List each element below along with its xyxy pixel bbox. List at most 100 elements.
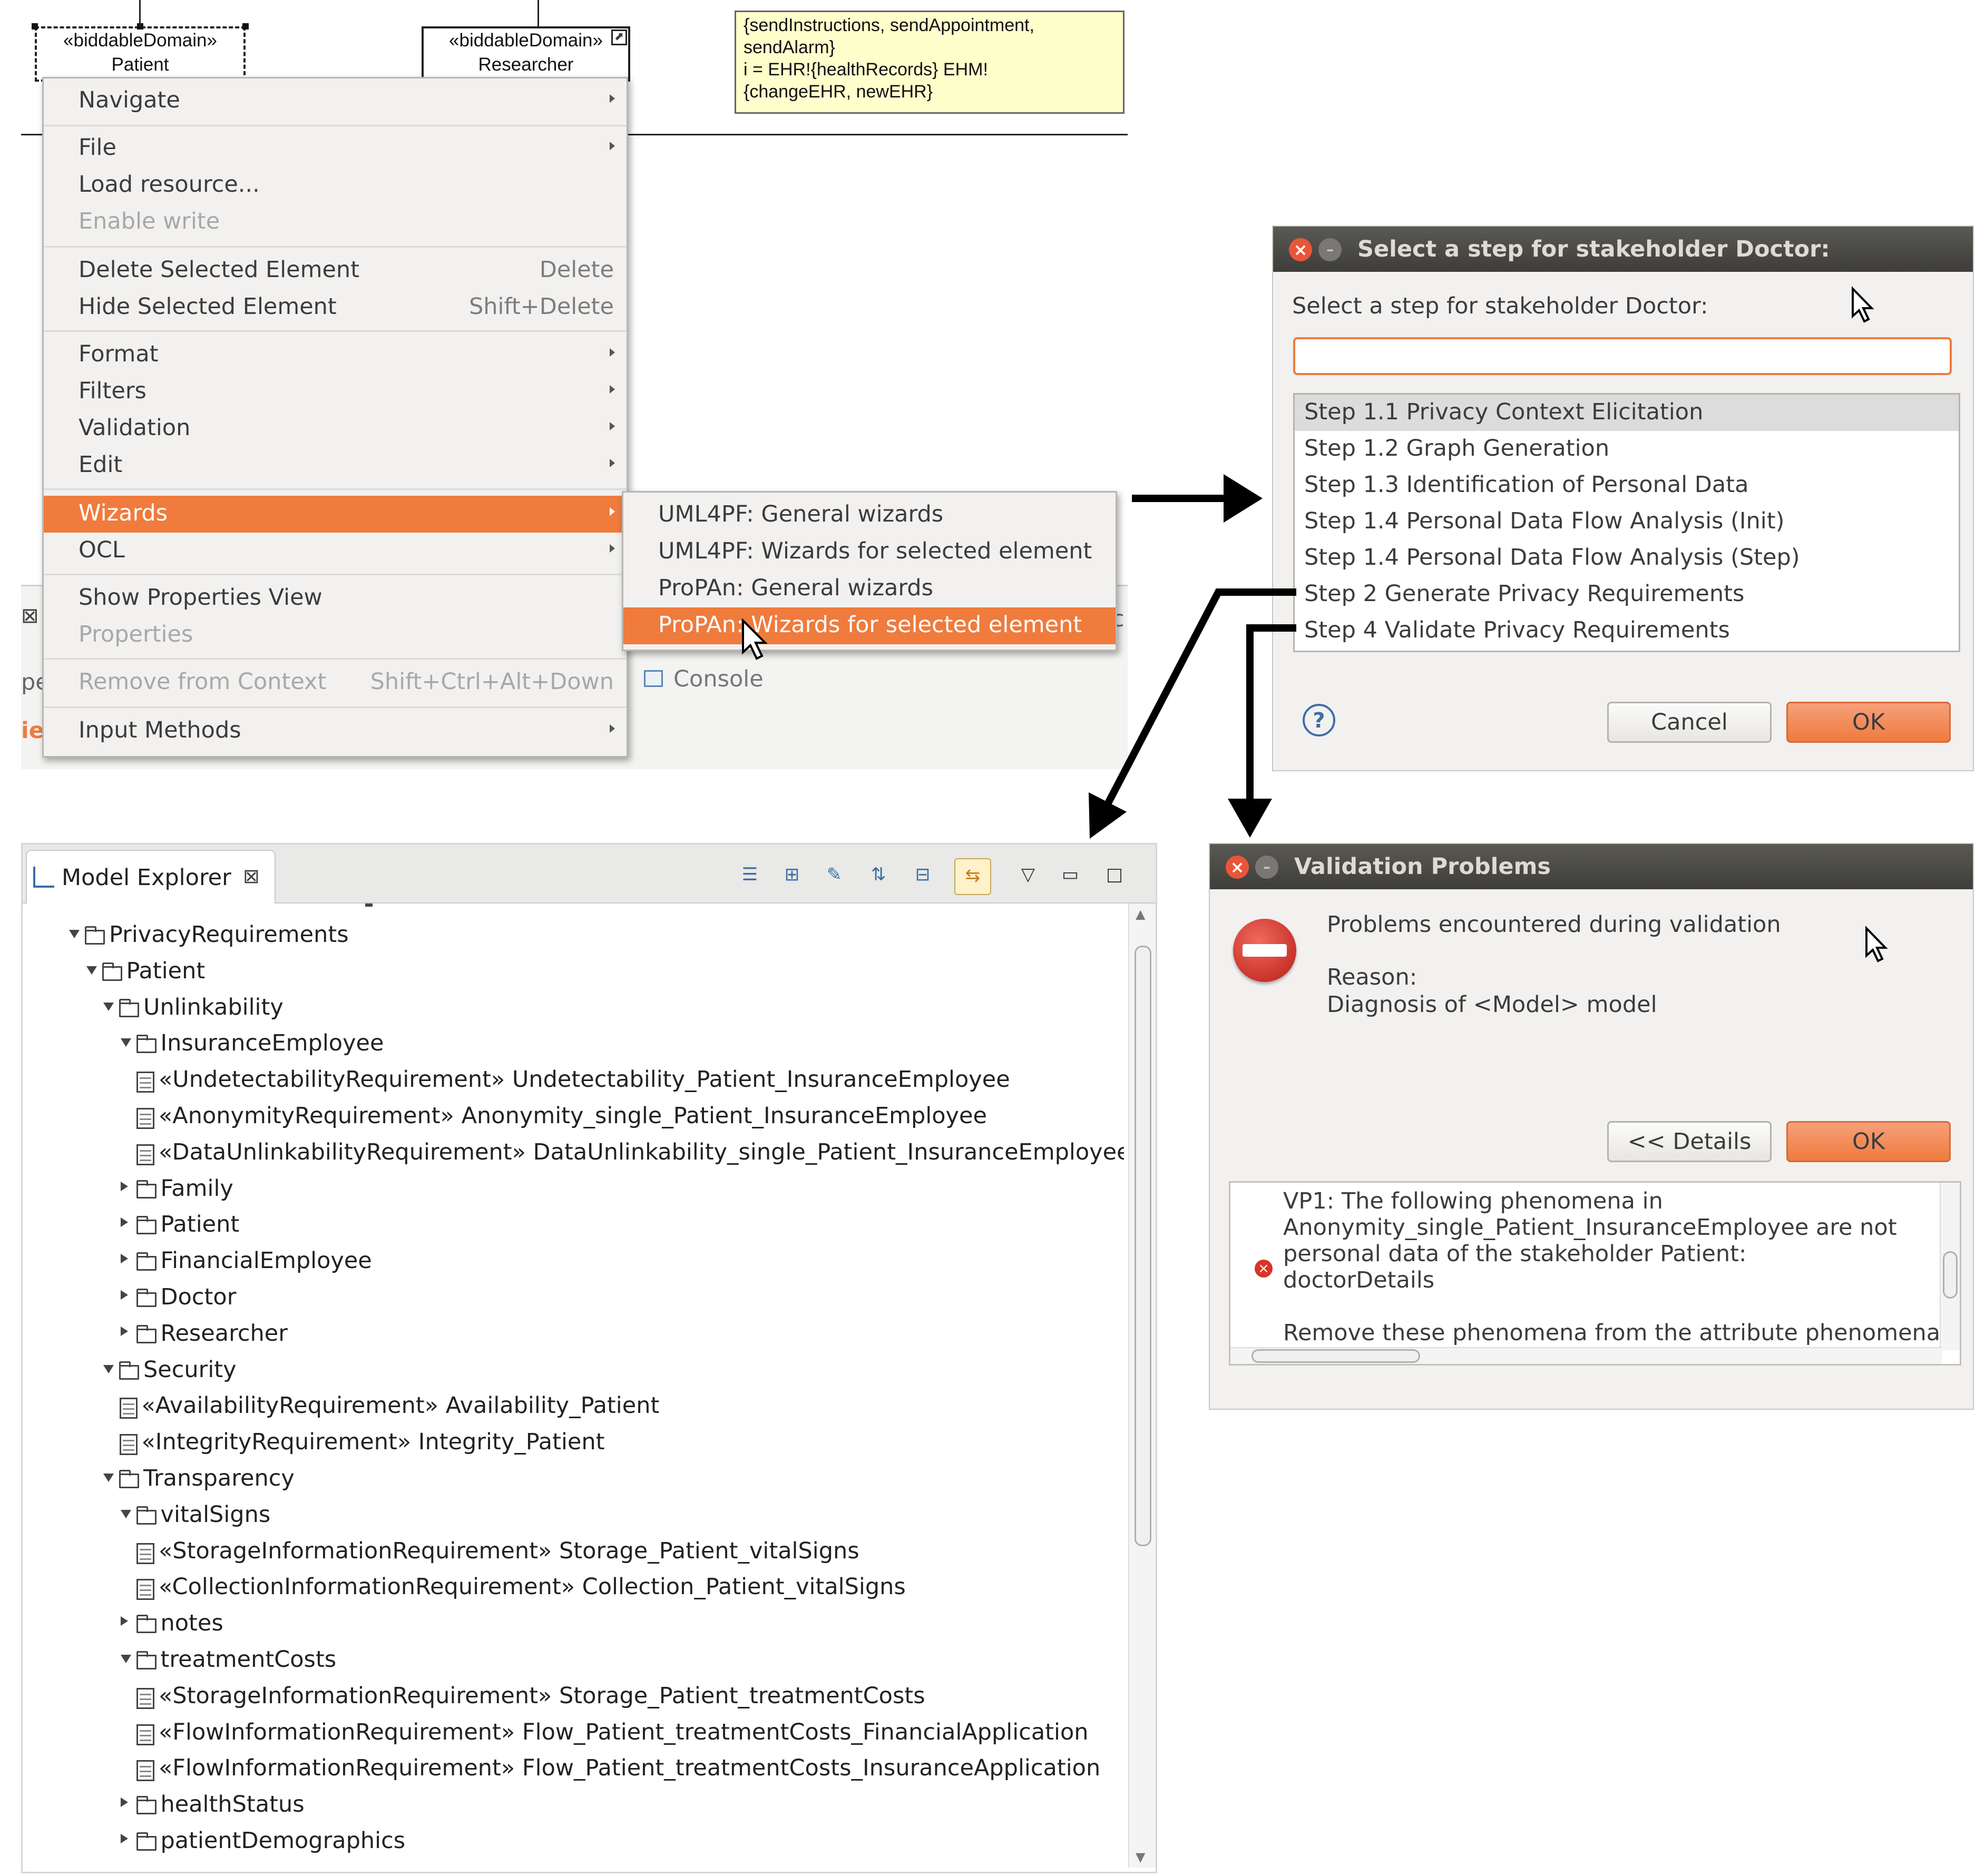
tree-item-folder[interactable]: Family [23, 1172, 1124, 1208]
ok-button[interactable]: OK [1786, 1121, 1951, 1162]
tree-view-icon[interactable]: ⊞ [781, 865, 803, 885]
researcher-class[interactable]: «biddableDomain» Researcher [422, 26, 630, 82]
constraint-note[interactable]: {sendInstructions, sendAppointment, send… [735, 11, 1124, 114]
expanded-toggle-icon[interactable] [69, 930, 80, 938]
close-view-icon[interactable]: ⊠ [21, 604, 39, 628]
dialog-titlebar[interactable]: × – Select a step for stakeholder Doctor… [1273, 227, 1973, 272]
expanded-toggle-icon[interactable] [103, 1364, 114, 1373]
tree-item-requirement[interactable]: «DataUnlinkabilityRequirement» DataUnlin… [23, 1136, 1124, 1172]
model-tree[interactable]: PrivacyRequirements Patient Unlinkability I… [23, 903, 1124, 1868]
scroll-up-icon[interactable]: ▲ [1136, 907, 1145, 921]
step-list-item[interactable]: Step 1.4 Personal Data Flow Analysis (In… [1295, 504, 1959, 540]
tree-item-requirement[interactable]: «CollectionInformationRequirement» Colle… [23, 1570, 1124, 1606]
collapsed-toggle-icon[interactable] [120, 1834, 128, 1843]
collapsed-toggle-icon[interactable] [120, 1290, 128, 1300]
menu-item-navigate[interactable]: Navigate [44, 83, 627, 120]
tree-item-requirement[interactable]: «AvailabilityRequirement» Availability_P… [23, 1389, 1124, 1425]
step-selection-dialog[interactable]: × – Select a step for stakeholder Doctor… [1272, 225, 1974, 771]
step-list-item[interactable]: Step 1.1 Privacy Context Elicitation [1295, 395, 1959, 431]
model-explorer-view[interactable]: Model Explorer ⊠ ☰ ⊞ ✎ ⇅ ⊟ ⇆ ▽ ▭ □ Priva… [21, 843, 1157, 1873]
expanded-toggle-icon[interactable] [103, 1002, 114, 1011]
tree-item-folder[interactable]: patientDemographics [23, 1824, 1124, 1860]
close-tab-icon[interactable]: ⊠ [243, 865, 260, 888]
tree-item-requirement[interactable]: «IntegrityRequirement» Integrity_Patient [23, 1426, 1124, 1461]
menu-item-ocl[interactable]: OCL [44, 533, 627, 569]
step-list-item[interactable]: Step 1.3 Identification of Personal Data [1295, 467, 1959, 504]
context-menu[interactable]: Navigate File Load resource... Enable wr… [42, 77, 628, 758]
tree-item-folder[interactable]: Researcher [23, 1317, 1124, 1353]
customize-icon[interactable]: ✎ [824, 865, 845, 885]
step-list-item[interactable]: Step 4 Validate Privacy Requirements [1295, 613, 1959, 649]
tree-item-folder[interactable]: Patient [23, 955, 1124, 990]
tree-item-requirement[interactable]: «UndetectabilityRequirement» Undetectabi… [23, 1063, 1124, 1099]
tree-item-folder[interactable]: vitalSigns [23, 1498, 1124, 1534]
tree-item-folder[interactable]: FinancialEmployee [23, 1244, 1124, 1280]
details-panel[interactable]: × VP1: The following phenomena in Anonym… [1229, 1181, 1961, 1366]
step-list[interactable]: Step 1.1 Privacy Context Elicitation Ste… [1293, 393, 1960, 652]
expand-icon[interactable]: ⬈ [611, 30, 627, 45]
scroll-down-icon[interactable]: ▼ [1136, 1850, 1145, 1864]
patient-class[interactable]: «biddableDomain» Patient [35, 26, 246, 82]
close-icon[interactable]: × [1289, 238, 1312, 261]
tree-item-requirement[interactable]: «StorageInformationRequirement» Storage_… [23, 1679, 1124, 1715]
minimize-icon[interactable]: – [1255, 856, 1278, 879]
menu-item-delete-selected[interactable]: Delete Selected Element Delete [44, 252, 627, 289]
expanded-toggle-icon[interactable] [120, 1509, 131, 1518]
collapsed-toggle-icon[interactable] [120, 1181, 128, 1191]
menu-item-file[interactable]: File [44, 130, 627, 167]
tree-item-folder[interactable]: healthStatus [23, 1788, 1124, 1824]
menu-item-uml4pf-general-wizards[interactable]: UML4PF: General wizards [623, 497, 1116, 534]
tree-item-folder[interactable]: Doctor [23, 1281, 1124, 1317]
tree-item-folder[interactable]: Security [23, 1353, 1124, 1389]
collapse-all-icon[interactable]: ⊟ [912, 865, 933, 885]
menu-item-uml4pf-wizards-selected[interactable]: UML4PF: Wizards for selected element [623, 534, 1116, 571]
vertical-scrollbar[interactable] [1940, 1183, 1960, 1350]
tree-item-folder[interactable]: Patient [23, 1208, 1124, 1244]
tree-item-requirement[interactable]: «FlowInformationRequirement» Flow_Patien… [23, 1716, 1124, 1752]
ok-button[interactable]: OK [1786, 702, 1951, 743]
tree-item-folder[interactable]: treatmentCosts [23, 1643, 1124, 1679]
collapsed-toggle-icon[interactable] [120, 1616, 128, 1626]
menu-item-filters[interactable]: Filters [44, 374, 627, 410]
expanded-toggle-icon[interactable] [103, 1474, 114, 1482]
close-icon[interactable]: × [1226, 856, 1249, 879]
selection-handle[interactable] [242, 23, 249, 30]
tree-item-folder[interactable]: Transparency [23, 1462, 1124, 1498]
cancel-button[interactable]: Cancel [1607, 702, 1772, 743]
validation-problems-dialog[interactable]: × – Validation Problems Problems encount… [1209, 843, 1974, 1410]
scrollbar-thumb[interactable] [1135, 946, 1151, 1546]
step-list-item[interactable]: Step 2 Generate Privacy Requirements [1295, 576, 1959, 613]
collapsed-toggle-icon[interactable] [120, 1326, 128, 1336]
tree-item-folder[interactable]: notes [23, 1607, 1124, 1643]
minimize-icon[interactable]: – [1318, 238, 1342, 261]
menu-item-hide-selected[interactable]: Hide Selected Element Shift+Delete [44, 289, 627, 326]
horizontal-scrollbar[interactable] [1230, 1347, 1942, 1364]
tree-item-folder[interactable]: Unlinkability [23, 991, 1124, 1027]
expanded-toggle-icon[interactable] [86, 966, 97, 975]
minimize-view-icon[interactable]: ▭ [1060, 865, 1081, 885]
collapsed-toggle-icon[interactable] [120, 1798, 128, 1808]
menu-item-propan-wizards-selected[interactable]: ProPAn: Wizards for selected element [623, 607, 1116, 644]
menu-item-format[interactable]: Format [44, 337, 627, 374]
details-button[interactable]: << Details [1607, 1121, 1772, 1162]
step-filter-input[interactable] [1293, 337, 1952, 375]
step-list-item[interactable]: Step 1.2 Graph Generation [1295, 431, 1959, 467]
menu-item-propan-general-wizards[interactable]: ProPAn: General wizards [623, 571, 1116, 607]
vertical-scrollbar[interactable]: ▲ ▼ [1128, 903, 1156, 1868]
tree-item-requirement[interactable]: «AnonymityRequirement» Anonymity_single_… [23, 1099, 1124, 1135]
tree-item-requirement[interactable]: «FlowInformationRequirement» Flow_Patien… [23, 1752, 1124, 1787]
collapsed-toggle-icon[interactable] [120, 1217, 128, 1227]
collapsed-toggle-icon[interactable] [120, 1254, 128, 1264]
menu-item-validation[interactable]: Validation [44, 410, 627, 447]
link-with-editor-icon[interactable]: ⇆ [954, 858, 991, 895]
menu-item-input-methods[interactable]: Input Methods [44, 713, 627, 750]
expanded-toggle-icon[interactable] [120, 1655, 131, 1663]
menu-item-show-properties-view[interactable]: Show Properties View [44, 580, 627, 617]
view-menu-icon[interactable]: ▽ [1018, 865, 1039, 885]
menu-item-wizards[interactable]: Wizards [44, 496, 627, 533]
show-list-icon[interactable]: ☰ [739, 865, 760, 885]
tab-model-explorer[interactable]: Model Explorer ⊠ [26, 850, 276, 903]
scrollbar-thumb[interactable] [1251, 1349, 1420, 1363]
help-icon[interactable]: ? [1303, 704, 1335, 736]
tree-item-folder[interactable]: PrivacyRequirements [23, 918, 1124, 954]
